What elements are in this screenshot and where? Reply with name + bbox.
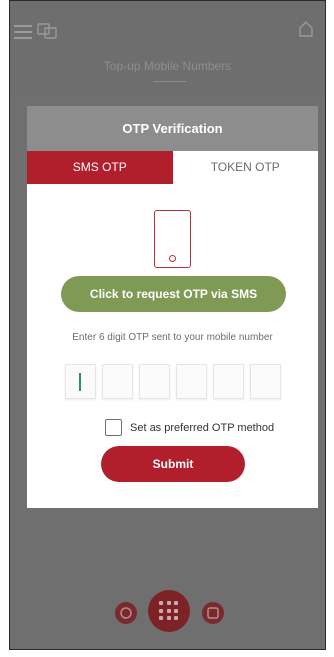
app-header-background: Top-up Mobile Numbers	[10, 1, 325, 96]
language-icon[interactable]	[37, 22, 57, 40]
otp-digit-input[interactable]	[250, 364, 281, 399]
dialog-title: OTP Verification	[27, 106, 318, 151]
otp-digit-input[interactable]	[102, 364, 133, 399]
background-page-title: Top-up Mobile Numbers	[103, 59, 232, 73]
request-otp-button[interactable]: Click to request OTP via SMS	[61, 276, 286, 312]
tab-sms-otp[interactable]: SMS OTP	[27, 151, 173, 184]
preferred-method-label: Set as preferred OTP method	[130, 421, 275, 434]
otp-input-group	[65, 364, 281, 399]
otp-digit-input[interactable]	[176, 364, 207, 399]
preferred-method-option: Set as preferred OTP method	[105, 419, 274, 436]
phone-icon	[154, 210, 191, 268]
preferred-method-checkbox[interactable]	[105, 419, 122, 436]
otp-verification-dialog: OTP Verification SMS OTP TOKEN OTP Click…	[27, 106, 318, 508]
submit-button[interactable]: Submit	[101, 446, 245, 482]
otp-hint-text: Enter 6 digit OTP sent to your mobile nu…	[72, 332, 273, 343]
otp-tabs: SMS OTP TOKEN OTP	[27, 151, 318, 184]
home-icon[interactable]	[299, 21, 313, 37]
otp-digit-input[interactable]	[139, 364, 170, 399]
otp-digit-input[interactable]	[65, 364, 96, 399]
bottom-navigation	[10, 579, 325, 649]
cart-icon[interactable]	[115, 602, 137, 624]
otp-digit-input[interactable]	[213, 364, 244, 399]
background-title-underline	[153, 81, 186, 82]
phone-frame: Top-up Mobile Numbers OTP Verification S…	[9, 0, 326, 650]
grid-menu-icon[interactable]	[148, 590, 190, 632]
tab-token-otp[interactable]: TOKEN OTP	[172, 151, 318, 184]
menu-icon[interactable]	[14, 25, 32, 39]
card-icon[interactable]	[202, 602, 224, 624]
